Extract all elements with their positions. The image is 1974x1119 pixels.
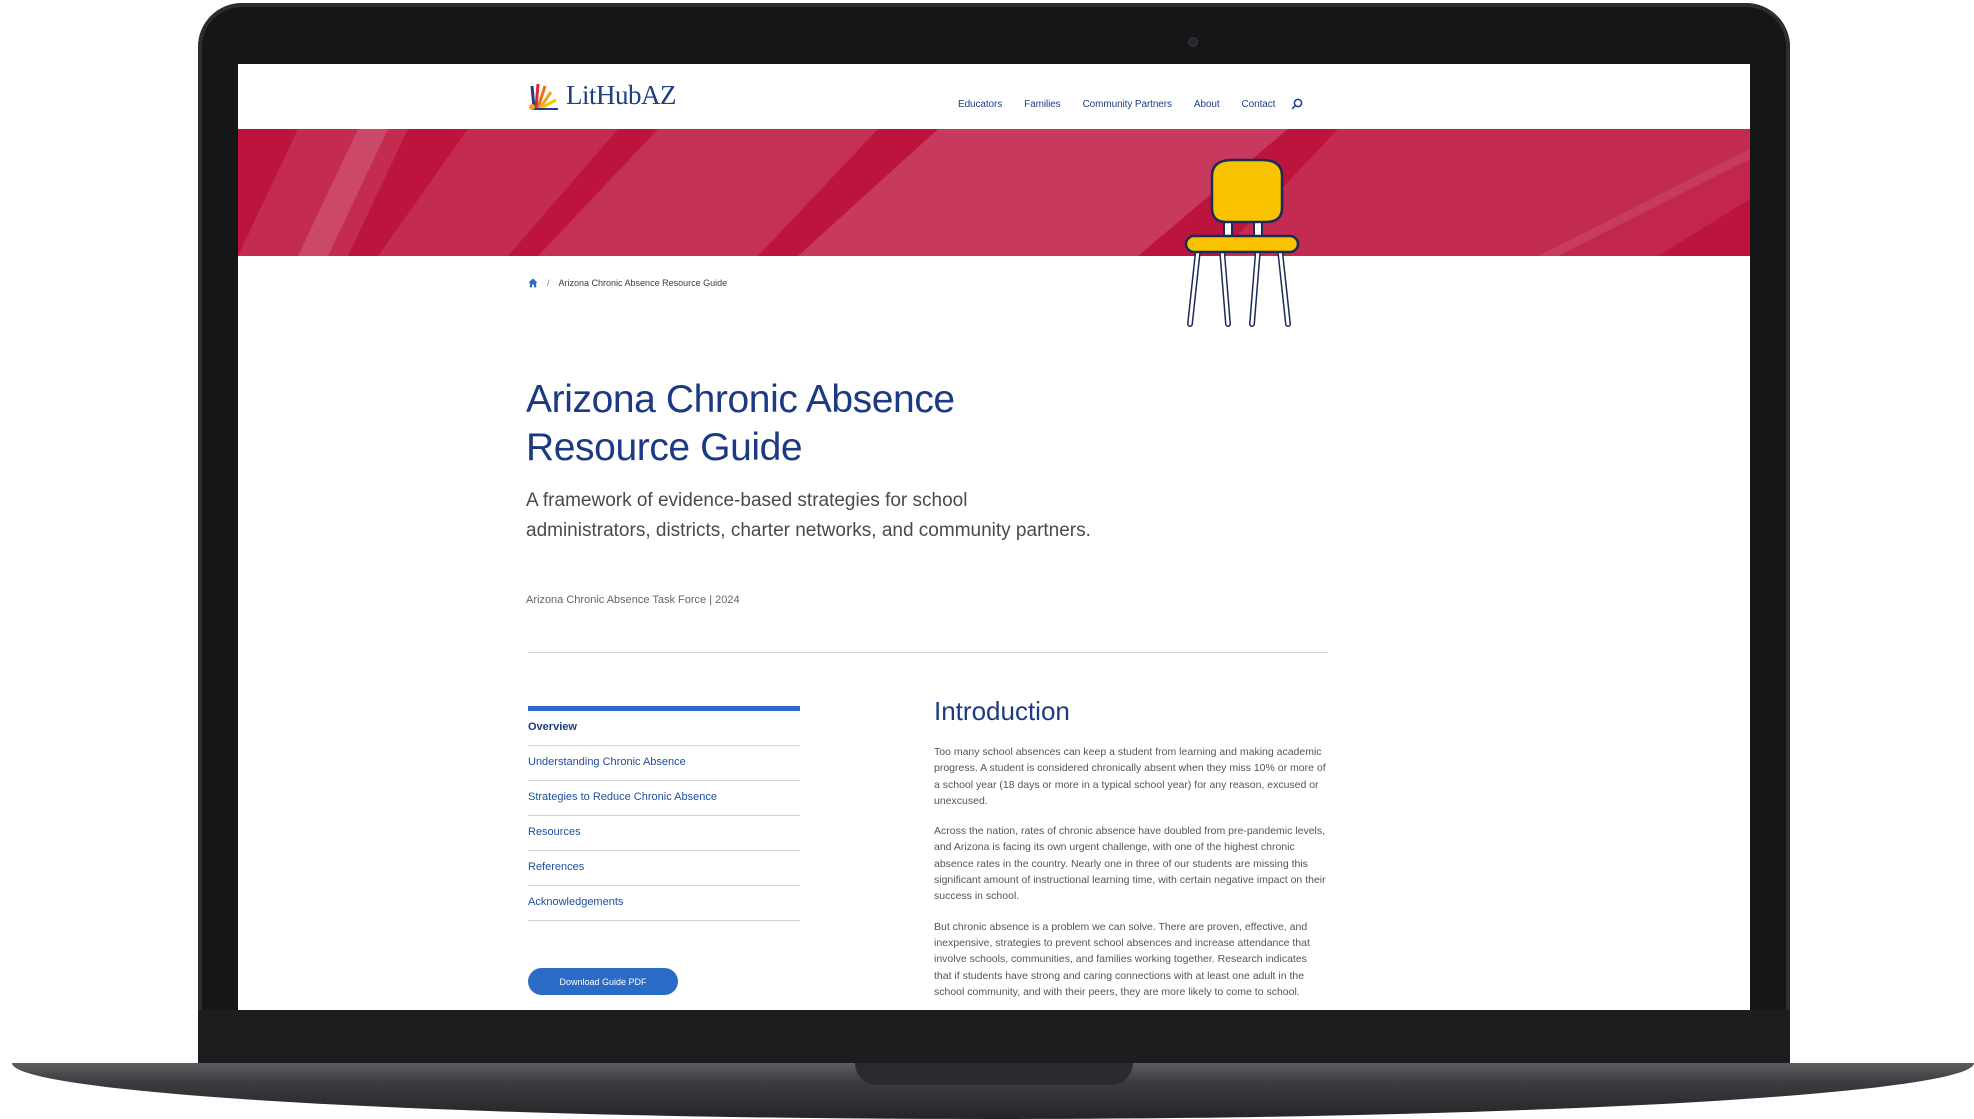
site-header: LitHubAZ Educators Families Community Pa…: [238, 64, 1750, 129]
intro-paragraph: Across the nation, rates of chronic abse…: [934, 825, 1326, 903]
nav-educators[interactable]: Educators: [958, 99, 1002, 110]
site-logo[interactable]: LitHubAZ: [528, 78, 677, 112]
nav-contact[interactable]: Contact: [1242, 99, 1276, 110]
toc-item-strategies[interactable]: Strategies to Reduce Chronic Absence: [528, 781, 800, 816]
breadcrumb: / Arizona Chronic Absence Resource Guide: [528, 278, 727, 288]
sunburst-book-logo-icon: [529, 83, 558, 110]
toc-item-resources[interactable]: Resources: [528, 816, 800, 851]
logo-text: LitHubAZ: [566, 79, 677, 110]
table-of-contents: Overview Understanding Chronic Absence S…: [528, 706, 800, 921]
nav-community-partners[interactable]: Community Partners: [1083, 99, 1172, 110]
nav-families[interactable]: Families: [1024, 99, 1061, 110]
chair-illustration: [1184, 158, 1300, 327]
page-subtitle: A framework of evidence-based strategies…: [526, 490, 1091, 541]
toc-item-acknowledgements[interactable]: Acknowledgements: [528, 886, 800, 921]
breadcrumb-separator: /: [547, 278, 550, 288]
main-nav: Educators Families Community Partners Ab…: [958, 98, 1303, 110]
home-icon[interactable]: [528, 278, 538, 288]
section-divider: [528, 652, 1328, 653]
toc-item-understanding[interactable]: Understanding Chronic Absence: [528, 746, 800, 781]
intro-body: Too many school absences can keep a stud…: [934, 744, 1326, 1010]
intro-paragraph: Too many school absences can keep a stud…: [934, 746, 1326, 807]
download-pdf-button[interactable]: Download Guide PDF: [528, 968, 678, 995]
hero-stripes: [238, 129, 1750, 256]
intro-heading: Introduction: [934, 696, 1070, 726]
search-icon[interactable]: [1291, 98, 1303, 110]
laptop-notch: [855, 1063, 1133, 1085]
breadcrumb-current: Arizona Chronic Absence Resource Guide: [558, 278, 728, 288]
nav-about[interactable]: About: [1194, 99, 1220, 110]
toc-item-references[interactable]: References: [528, 851, 800, 886]
toc-item-overview[interactable]: Overview: [528, 711, 800, 746]
page-title: Arizona Chronic Absence Resource Guide: [526, 378, 955, 469]
camera-dot: [1188, 37, 1198, 47]
browser-screen: LitHubAZ Educators Families Community Pa…: [238, 64, 1750, 1010]
intro-paragraph: But chronic absence is a problem we can …: [934, 920, 1310, 998]
publication-meta: Arizona Chronic Absence Task Force | 202…: [526, 594, 740, 606]
laptop-bezel-bottom: [198, 1010, 1790, 1066]
hero-banner: [238, 129, 1750, 256]
